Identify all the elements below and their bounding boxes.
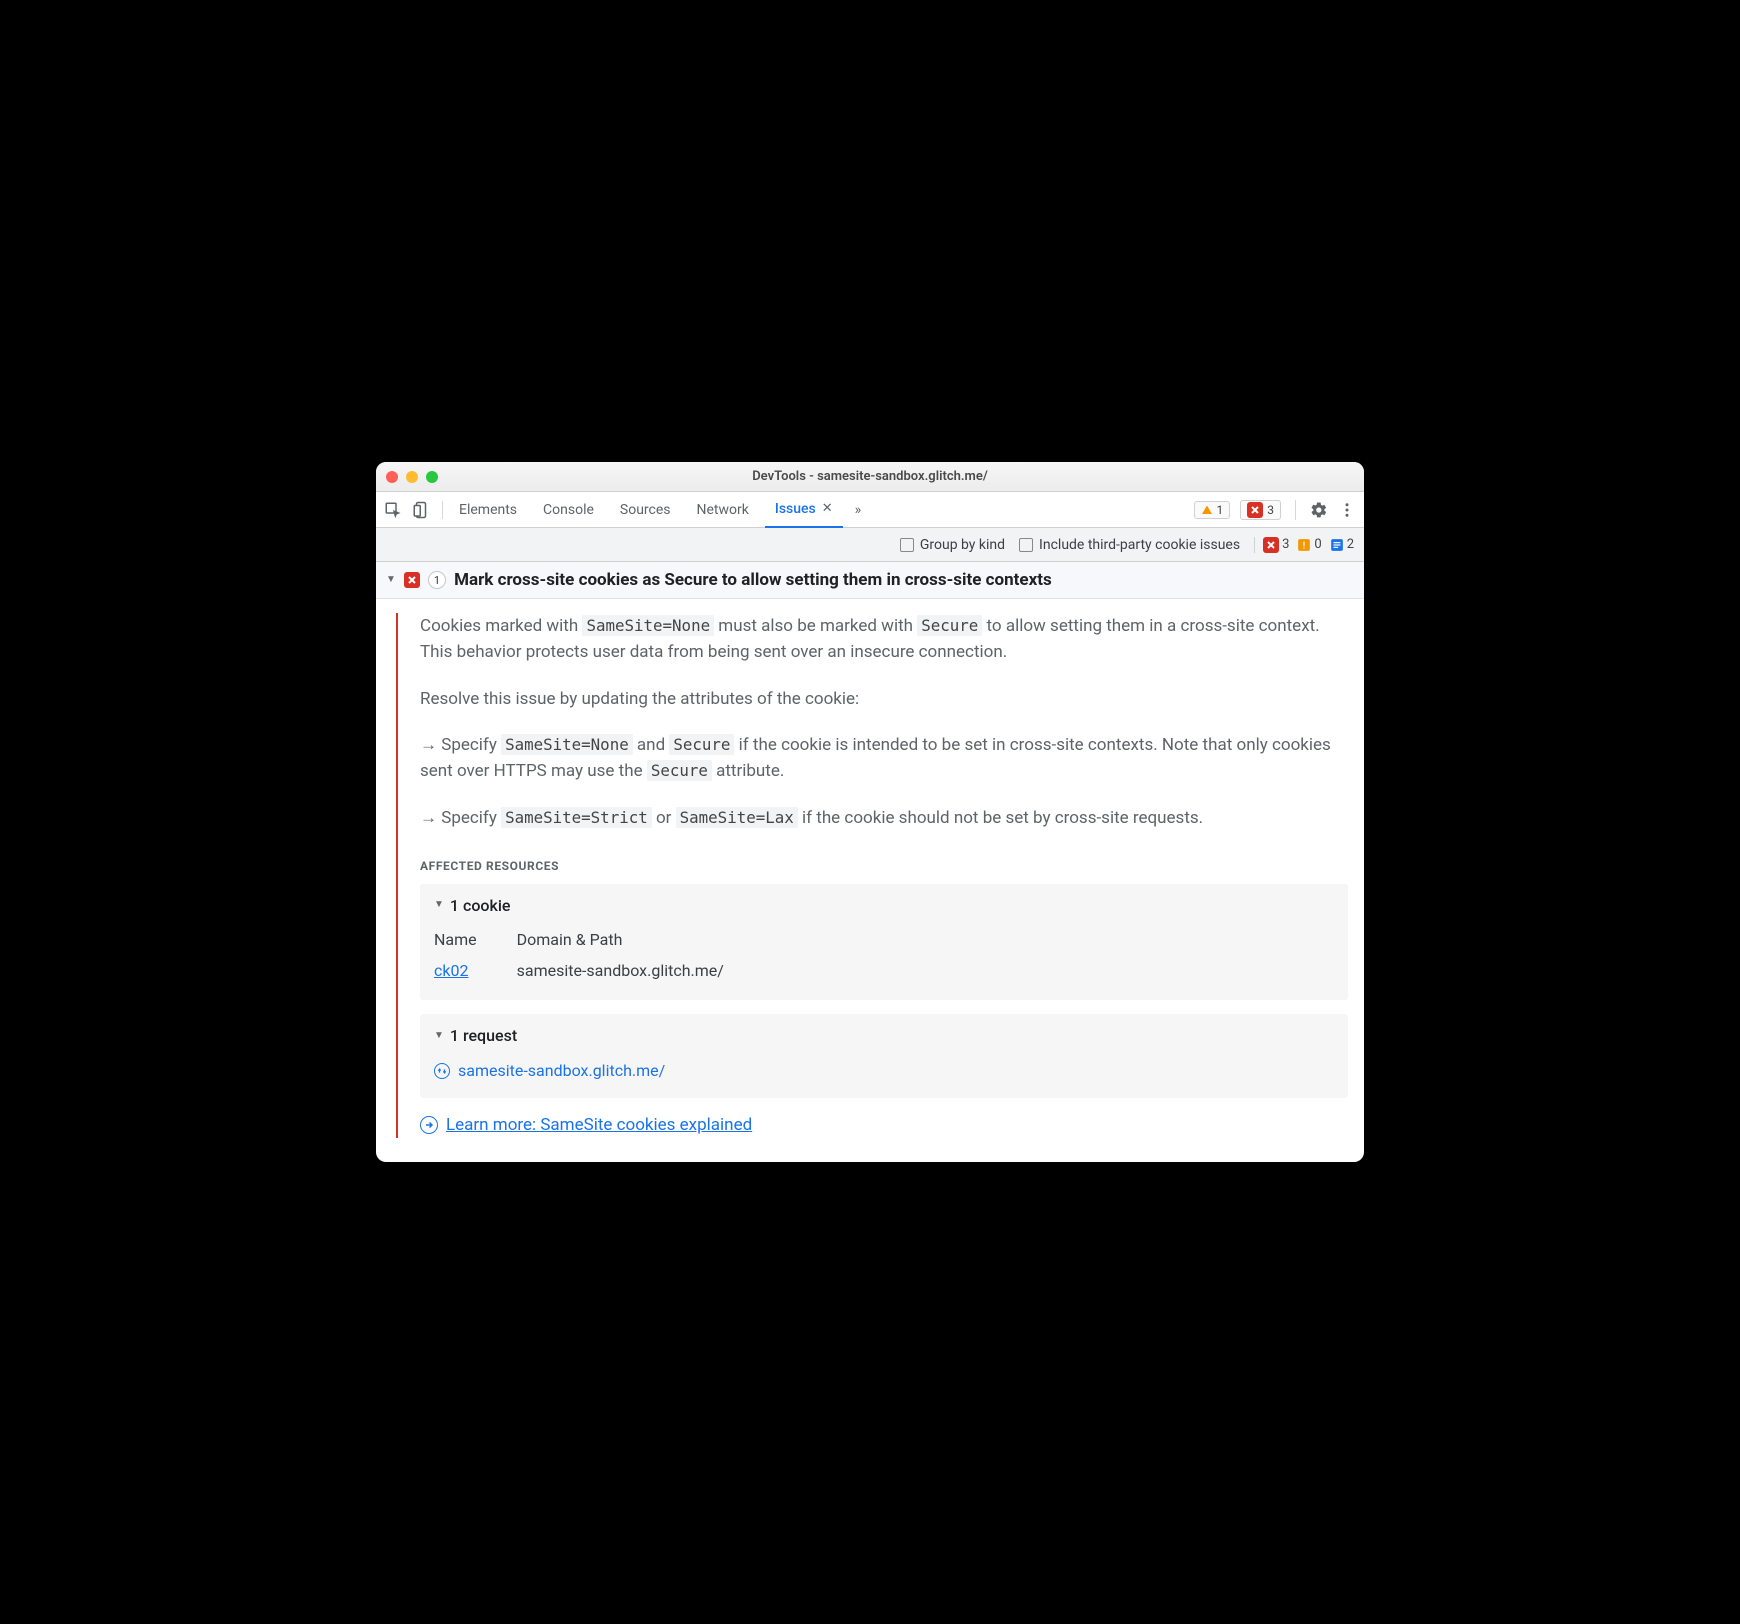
text: or (652, 808, 676, 828)
code-secure: Secure (917, 615, 982, 636)
tab-issues[interactable]: Issues ✕ (765, 492, 843, 528)
warn-badge[interactable]: 0 (1297, 537, 1321, 552)
issue-paragraph-2: Resolve this issue by updating the attri… (420, 686, 1348, 712)
window-controls (386, 471, 438, 483)
tab-issues-label: Issues (775, 501, 816, 517)
window-minimize-button[interactable] (406, 471, 418, 483)
error-badge[interactable]: 3 (1263, 537, 1289, 553)
more-icon[interactable] (1338, 501, 1356, 519)
affected-requests-title-row[interactable]: ▼ 1 request (434, 1024, 1334, 1049)
text: and (633, 735, 670, 755)
panel-tabbar: Elements Console Sources Network Issues … (376, 492, 1364, 528)
text: Specify (441, 808, 501, 828)
tab-sources[interactable]: Sources (610, 492, 681, 528)
info-badge[interactable]: 2 (1330, 537, 1354, 552)
titlebar: DevTools - samesite-sandbox.glitch.me/ (376, 462, 1364, 492)
close-icon[interactable]: ✕ (822, 501, 833, 516)
disclosure-triangle-icon: ▼ (434, 1028, 444, 1044)
error-icon (404, 572, 420, 588)
checkbox-box (1019, 538, 1033, 552)
tab-overflow-button[interactable]: » (849, 502, 868, 518)
code-secure: Secure (647, 760, 712, 781)
learn-more-row[interactable]: Learn more: SameSite cookies explained (420, 1112, 1348, 1138)
table-row: ck02 samesite-sandbox.glitch.me/ (434, 957, 764, 986)
text: must also be marked with (714, 616, 917, 636)
text: if the cookie should not be set by cross… (798, 808, 1203, 828)
group-by-kind-label: Group by kind (920, 537, 1005, 553)
disclosure-triangle-icon: ▼ (386, 574, 396, 585)
issue-bullet-2: Specify SameSite=Strict or SameSite=Lax … (420, 805, 1348, 831)
device-toolbar-icon[interactable] (412, 501, 430, 519)
affected-requests-title: 1 request (450, 1024, 517, 1049)
severity-bar (396, 613, 398, 1138)
issue-kind-counts: 3 0 2 (1254, 537, 1354, 553)
window-close-button[interactable] (386, 471, 398, 483)
table-header-row: Name Domain & Path (434, 926, 764, 957)
include-thirdparty-label: Include third-party cookie issues (1039, 537, 1240, 553)
window-title: DevTools - samesite-sandbox.glitch.me/ (376, 469, 1364, 484)
code-secure: Secure (669, 734, 734, 755)
issue-title: Mark cross-site cookies as Secure to all… (454, 570, 1052, 590)
error-badge-count: 3 (1282, 537, 1289, 552)
cookie-domain: samesite-sandbox.glitch.me/ (517, 957, 764, 986)
error-icon (1263, 537, 1279, 553)
affected-requests-box: ▼ 1 request samesite-sandbox.glitch.me/ (420, 1014, 1348, 1098)
issue-header[interactable]: ▼ 1 Mark cross-site cookies as Secure to… (376, 562, 1364, 599)
issue-count-pill: 1 (428, 571, 446, 589)
code-samesite-lax: SameSite=Lax (676, 807, 798, 828)
col-name: Name (434, 926, 517, 957)
settings-icon[interactable] (1310, 501, 1328, 519)
info-icon (1330, 538, 1344, 552)
window-maximize-button[interactable] (426, 471, 438, 483)
error-count: 3 (1267, 503, 1274, 517)
tab-elements[interactable]: Elements (449, 492, 527, 528)
issue-body: Cookies marked with SameSite=None must a… (376, 599, 1364, 1162)
code-samesite-strict: SameSite=Strict (501, 807, 652, 828)
request-url[interactable]: samesite-sandbox.glitch.me/ (458, 1059, 665, 1084)
devtools-window: DevTools - samesite-sandbox.glitch.me/ E… (376, 462, 1364, 1162)
cookies-table: Name Domain & Path ck02 samesite-sandbox… (434, 926, 764, 986)
warning-icon (1201, 504, 1213, 516)
affected-resources-header: Affected Resources (420, 857, 1348, 876)
code-samesite-none: SameSite=None (582, 615, 714, 636)
issue-content: Cookies marked with SameSite=None must a… (420, 613, 1348, 1138)
disclosure-triangle-icon: ▼ (434, 897, 444, 913)
affected-cookies-title: 1 cookie (450, 894, 511, 919)
group-by-kind-checkbox[interactable]: Group by kind (900, 537, 1005, 553)
tab-network[interactable]: Network (687, 492, 759, 528)
warn-badge-count: 0 (1314, 537, 1321, 552)
cookie-name-link[interactable]: ck02 (434, 961, 468, 980)
affected-cookies-title-row[interactable]: ▼ 1 cookie (434, 894, 1334, 919)
issue-paragraph-1: Cookies marked with SameSite=None must a… (420, 613, 1348, 666)
network-request-icon (434, 1063, 450, 1079)
text: attribute. (712, 761, 784, 781)
arrow-right-circle-icon (420, 1116, 438, 1134)
error-icon (1247, 502, 1263, 518)
text: Specify (441, 735, 501, 755)
checkbox-box (900, 538, 914, 552)
col-domain: Domain & Path (517, 926, 764, 957)
code-samesite-none: SameSite=None (501, 734, 633, 755)
affected-cookies-box: ▼ 1 cookie Name Domain & Path ck02 sames… (420, 884, 1348, 1000)
issues-options-bar: Group by kind Include third-party cookie… (376, 528, 1364, 562)
warning-count-chip[interactable]: 1 (1194, 501, 1231, 519)
learn-more-link[interactable]: Learn more: SameSite cookies explained (446, 1112, 752, 1138)
tab-console[interactable]: Console (533, 492, 604, 528)
include-thirdparty-checkbox[interactable]: Include third-party cookie issues (1019, 537, 1240, 553)
warning-square-icon (1297, 538, 1311, 552)
inspect-element-icon[interactable] (384, 501, 402, 519)
issue-bullet-1: Specify SameSite=None and Secure if the … (420, 732, 1348, 785)
warning-count: 1 (1217, 503, 1224, 517)
request-row[interactable]: samesite-sandbox.glitch.me/ (434, 1059, 1334, 1084)
text: Cookies marked with (420, 616, 582, 636)
info-badge-count: 2 (1347, 537, 1354, 552)
error-count-chip[interactable]: 3 (1240, 500, 1281, 520)
